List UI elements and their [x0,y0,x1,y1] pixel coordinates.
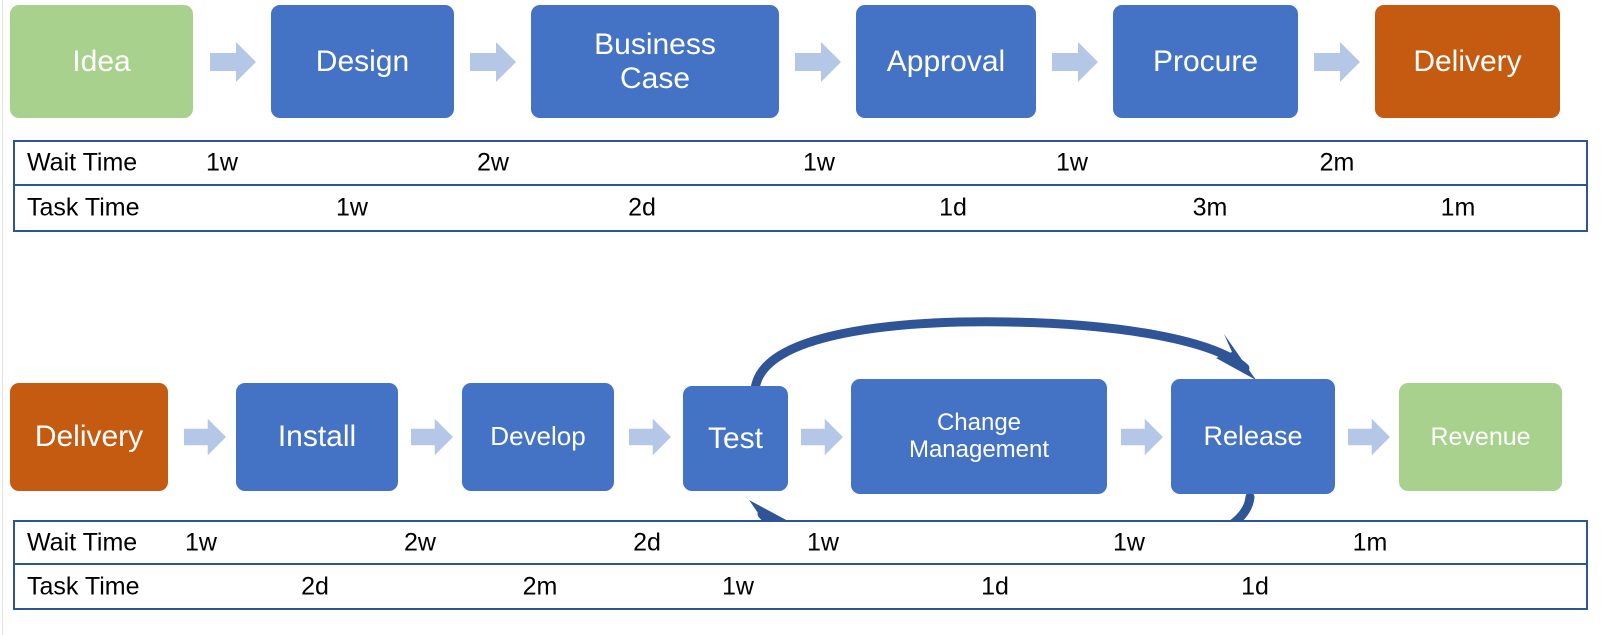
process-box-develop[interactable]: Develop [462,383,614,491]
process-box-install[interactable]: Install [236,383,398,491]
flow-arrow-business-case-to-approval [795,42,841,82]
top-wait-time-label: Wait Time [27,148,138,177]
top-task-time-row: Task Time 1w 2d 1d 3m 1m [15,186,1586,230]
bottom-task-time-value-3: 1w [722,572,754,600]
top-task-time-value-2: 2d [628,193,656,222]
process-box-delivery-top[interactable]: Delivery [1375,5,1560,118]
rework-loop-arrowhead-right [1216,334,1256,380]
bottom-wait-time-value-2: 2w [404,528,436,556]
top-task-time-label: Task Time [27,193,140,222]
top-wait-time-value-2: 2w [477,148,509,177]
flow-arrow-change-management-to-release [1121,417,1163,457]
bottom-task-time-label: Task Time [27,572,140,600]
top-time-table: Wait Time 1w 2w 1w 1w 2m Task Time 1w 2d… [13,140,1588,232]
flow-arrow-procure-to-delivery [1314,42,1360,82]
top-wait-time-value-3: 1w [803,148,835,177]
top-task-time-value-3: 1d [939,193,967,222]
flow-arrow-design-to-business-case [470,42,516,82]
process-box-approval[interactable]: Approval [856,5,1036,118]
bottom-wait-time-row: Wait Time 1w 2w 2d 1w 1w 1m [15,522,1586,565]
bottom-task-time-value-5: 1d [1241,572,1269,600]
process-box-delivery-bottom[interactable]: Delivery [10,383,168,491]
bottom-time-table: Wait Time 1w 2w 2d 1w 1w 1m Task Time 2d… [13,520,1588,610]
bottom-task-time-row: Task Time 2d 2m 1w 1d 1d [15,565,1586,608]
value-stream-map-canvas: Idea Design Business Case Approval Procu… [0,0,1601,635]
flow-arrow-idea-to-design [210,42,256,82]
flow-arrow-develop-to-test [629,417,671,457]
top-task-time-value-1: 1w [336,193,368,222]
flow-arrow-release-to-revenue [1348,417,1390,457]
process-box-change-management[interactable]: Change Management [851,379,1107,494]
flow-arrow-delivery-to-install [184,417,226,457]
flow-arrow-approval-to-procure [1052,42,1098,82]
bottom-wait-time-value-5: 1w [1113,528,1145,556]
bottom-wait-time-value-4: 1w [807,528,839,556]
slide-left-edge [2,0,3,635]
top-wait-time-value-4: 1w [1056,148,1088,177]
process-box-revenue[interactable]: Revenue [1399,383,1562,491]
bottom-wait-time-value-3: 2d [633,528,661,556]
bottom-wait-time-value-1: 1w [185,528,217,556]
bottom-wait-time-value-6: 1m [1352,528,1388,556]
bottom-task-time-value-1: 2d [301,572,329,600]
process-box-business-case[interactable]: Business Case [531,5,779,118]
process-box-test[interactable]: Test [683,386,788,491]
flow-arrow-install-to-develop [411,417,453,457]
flow-arrow-test-to-change-management [801,417,843,457]
bottom-task-time-value-4: 1d [981,572,1009,600]
top-task-time-value-5: 1m [1440,193,1476,222]
bottom-task-time-value-2: 2m [522,572,558,600]
process-box-procure[interactable]: Procure [1113,5,1298,118]
top-wait-time-value-1: 1w [206,148,238,177]
top-task-time-value-4: 3m [1192,193,1228,222]
process-box-design[interactable]: Design [271,5,454,118]
bottom-wait-time-label: Wait Time [27,528,138,556]
process-box-idea[interactable]: Idea [10,5,193,118]
process-box-release[interactable]: Release [1171,379,1335,494]
top-wait-time-row: Wait Time 1w 2w 1w 1w 2m [15,142,1586,186]
top-wait-time-value-5: 2m [1319,148,1355,177]
